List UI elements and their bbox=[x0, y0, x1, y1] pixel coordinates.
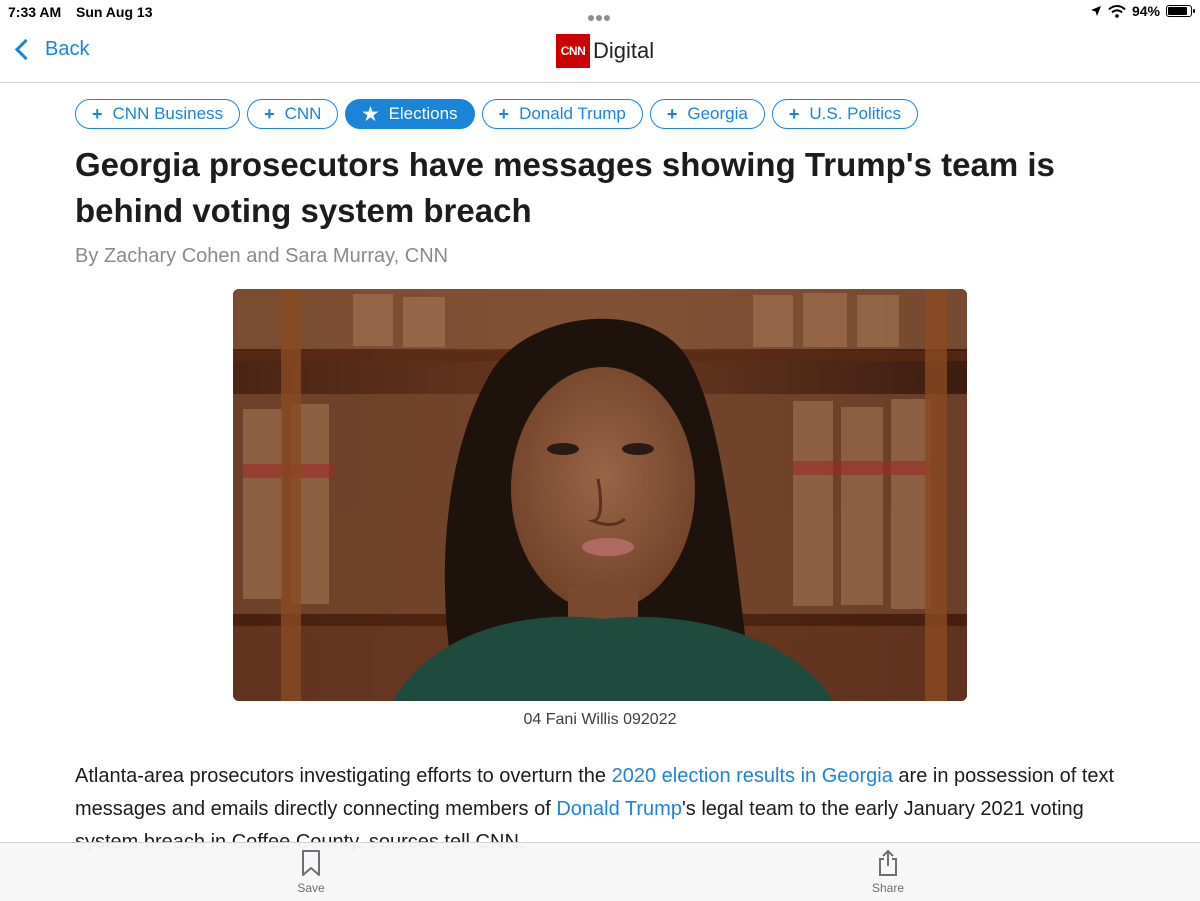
tag-label: Donald Trump bbox=[519, 104, 626, 123]
link-2020-election-results[interactable]: 2020 election results in Georgia bbox=[612, 765, 893, 787]
bookmark-icon bbox=[302, 850, 320, 876]
tag-georgia[interactable]: + Georgia bbox=[649, 99, 765, 129]
logo-text: Digital bbox=[593, 38, 655, 63]
tag-label: U.S. Politics bbox=[809, 104, 901, 123]
back-button[interactable]: Back bbox=[12, 38, 89, 61]
tag-donald-trump[interactable]: + Donald Trump bbox=[481, 99, 643, 129]
share-label: Share bbox=[871, 881, 905, 895]
paragraph-text: Atlanta-area prosecutors investigating e… bbox=[75, 765, 612, 787]
battery-icon bbox=[1166, 5, 1195, 17]
photo-caption: 04 Fani Willis 092022 bbox=[523, 711, 677, 728]
status-date: Sun Aug 13 bbox=[76, 4, 153, 20]
plus-icon: + bbox=[264, 104, 275, 124]
article-byline: By Zachary Cohen and Sara Murray, CNN bbox=[75, 245, 449, 267]
navigation-bar: Back CNN Digital bbox=[0, 24, 1200, 83]
cnn-logo-mark: CNN bbox=[556, 34, 590, 68]
tag-cnn[interactable]: + CNN bbox=[247, 99, 339, 129]
cnn-digital-logo: CNN Digital bbox=[556, 34, 654, 68]
star-icon: ★ bbox=[362, 104, 379, 124]
tag-label: CNN Business bbox=[112, 104, 224, 123]
status-time: 7:33 AM bbox=[8, 4, 62, 20]
topic-tags: + CNN Business + CNN ★ Elections + Donald Trump… bbox=[75, 99, 918, 129]
link-donald-trump[interactable]: Donald Trump bbox=[556, 798, 682, 820]
tag-u-s-politics[interactable]: + U.S. Politics bbox=[771, 99, 918, 129]
article-headline: Georgia prosecutors have messages showin… bbox=[75, 146, 1055, 229]
tag-elections[interactable]: ★ Elections bbox=[345, 99, 475, 129]
multitasking-dots-icon[interactable] bbox=[588, 8, 614, 21]
bottom-toolbar: Save Share bbox=[0, 842, 1200, 901]
tag-label: Elections bbox=[388, 104, 458, 123]
photo-illustration bbox=[233, 289, 967, 701]
save-button[interactable]: Save bbox=[286, 849, 336, 895]
plus-icon: + bbox=[666, 104, 678, 124]
tag-cnn-business[interactable]: + CNN Business bbox=[75, 99, 241, 129]
chevron-left-icon bbox=[14, 38, 37, 61]
plus-icon: + bbox=[498, 104, 510, 124]
tag-label: CNN bbox=[284, 104, 322, 123]
plus-icon: + bbox=[788, 104, 800, 124]
tag-label: Georgia bbox=[687, 104, 748, 123]
status-bar: 7:33 AM Sun Aug 13 94% bbox=[0, 0, 1200, 24]
article-hero-photo[interactable] bbox=[233, 289, 967, 701]
location-arrow-icon bbox=[1090, 6, 1101, 16]
battery-percent: 94% bbox=[1131, 3, 1160, 19]
wifi-icon bbox=[1108, 4, 1126, 18]
share-icon bbox=[879, 849, 897, 876]
save-label: Save bbox=[297, 881, 325, 895]
plus-icon: + bbox=[92, 104, 103, 124]
back-label: Back bbox=[45, 38, 90, 60]
status-indicators: 94% bbox=[1090, 3, 1195, 19]
share-button[interactable]: Share bbox=[862, 849, 914, 895]
